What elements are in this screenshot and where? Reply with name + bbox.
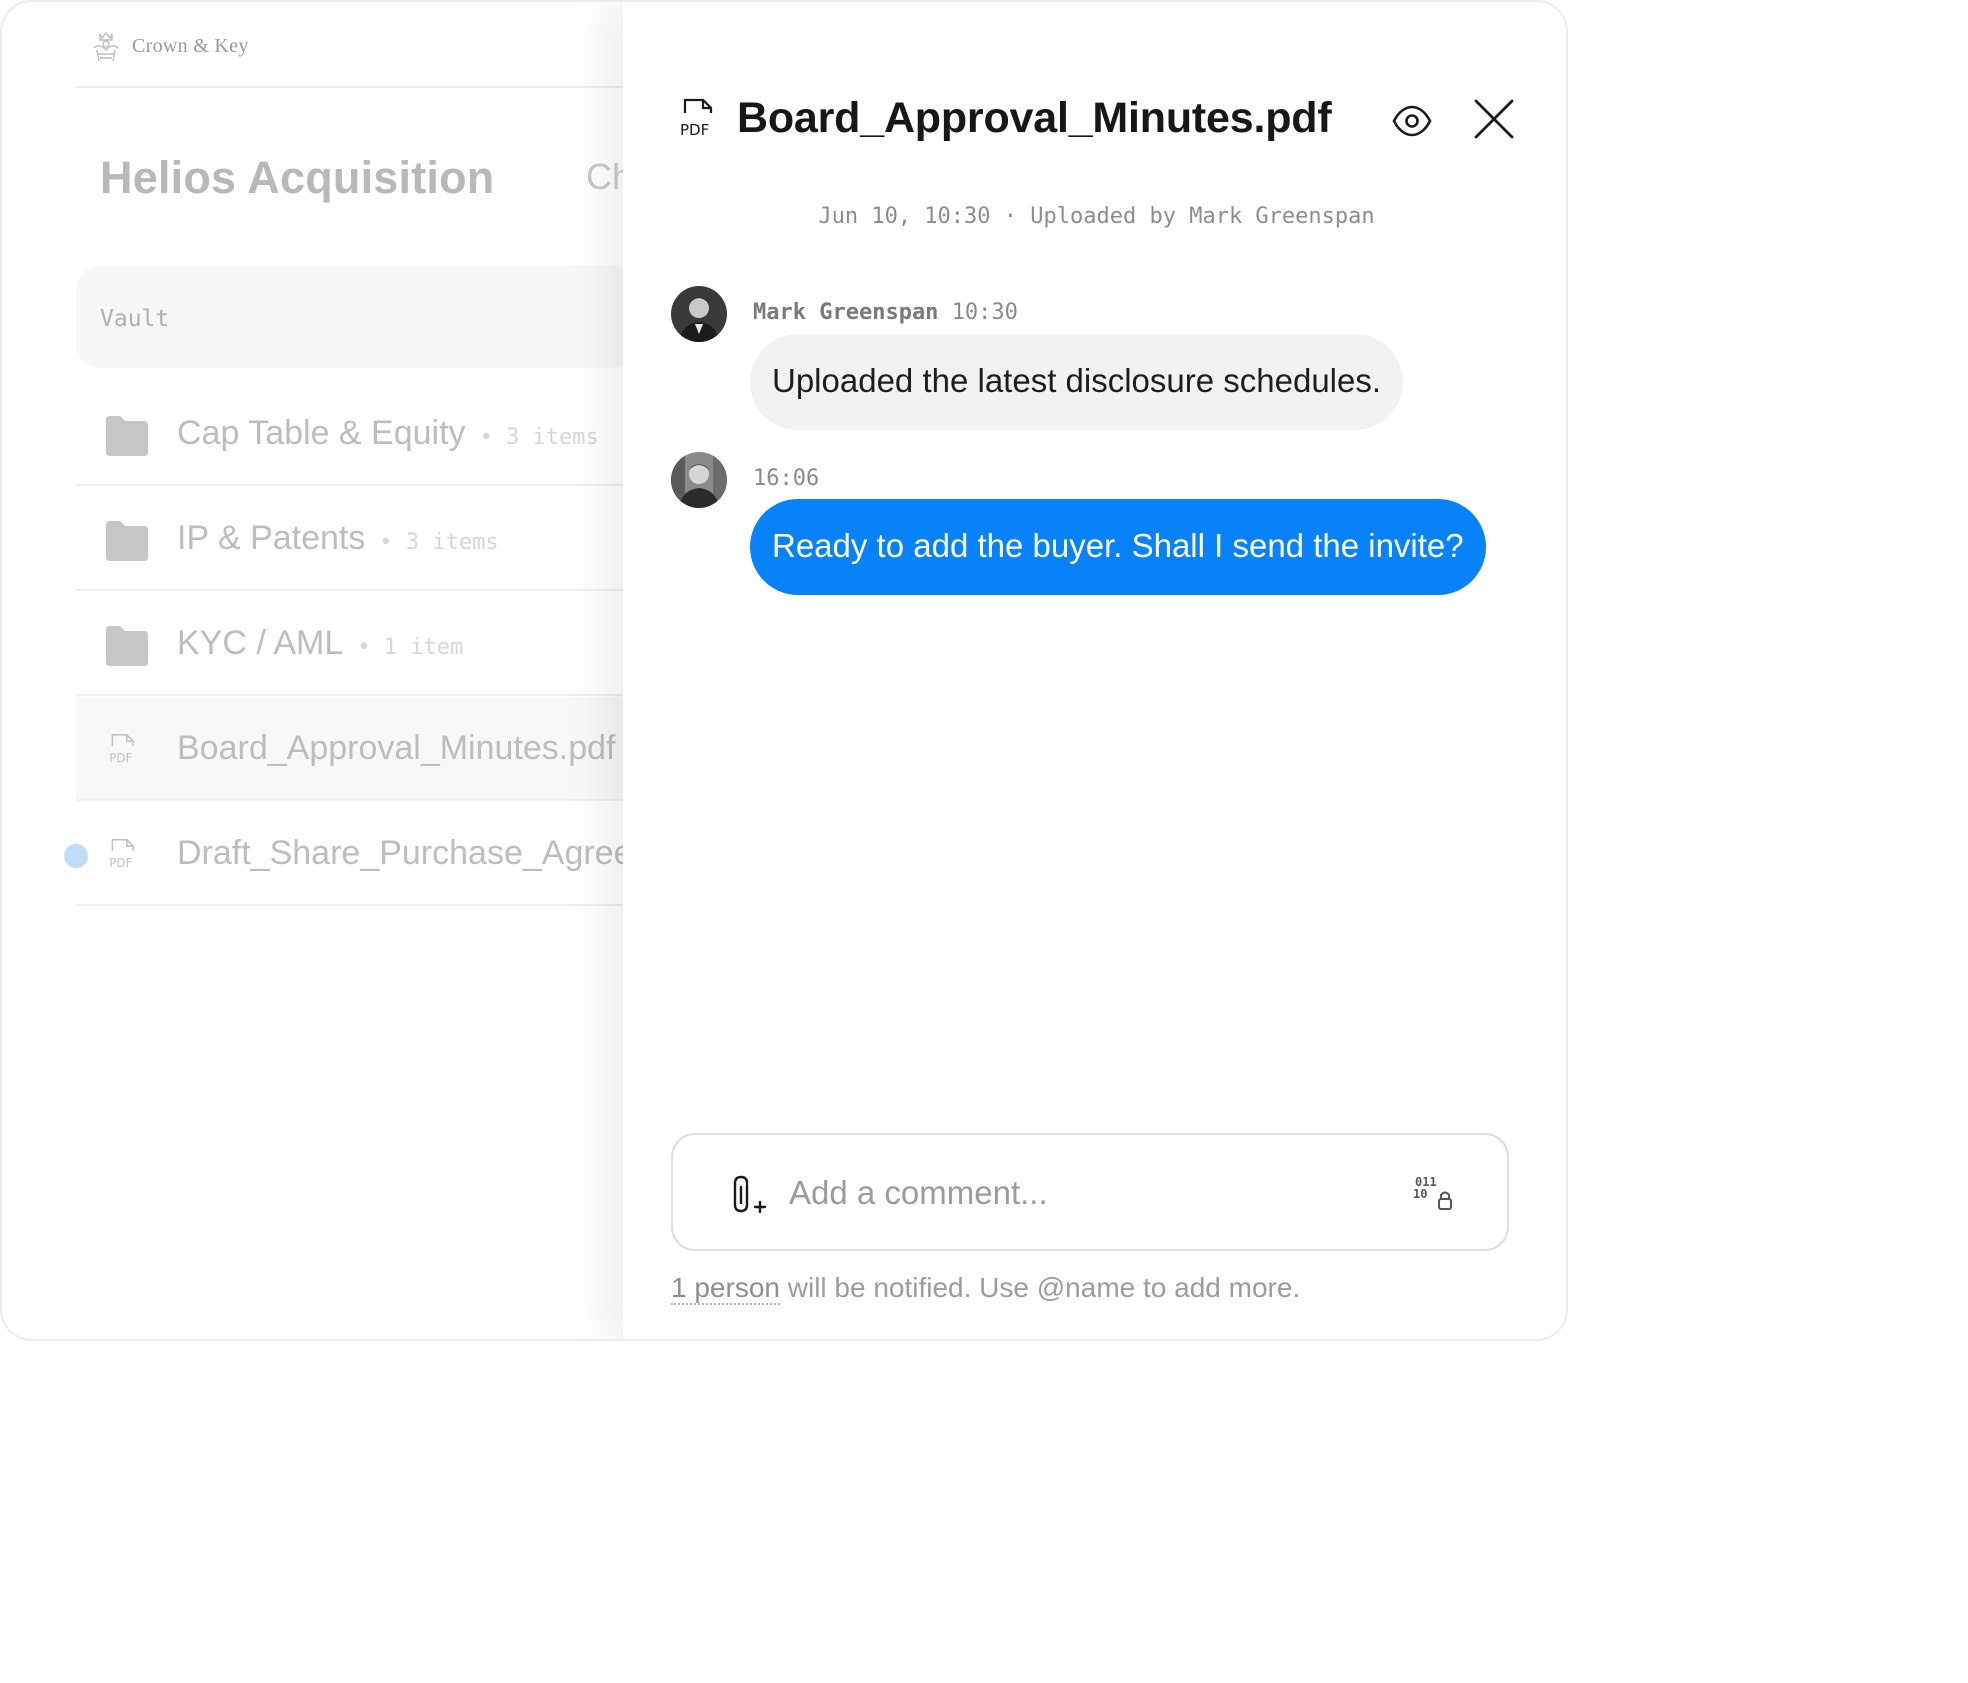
notify-people-link[interactable]: 1 person <box>671 1272 780 1305</box>
list-item-label: Cap Table & Equity • 3 items <box>177 414 599 452</box>
notify-hint-text: will be notified. Use @name to add more. <box>779 1272 1301 1303</box>
list-item-label: Draft_Share_Purchase_Agree <box>177 834 633 872</box>
svg-text:PDF: PDF <box>680 121 709 139</box>
preview-eye-icon[interactable] <box>1389 98 1435 144</box>
crest-icon <box>93 31 119 62</box>
item-count: • 3 items <box>479 425 599 450</box>
app-window: Crown & Key Helios Acquisition Ch Vault … <box>0 0 1568 1341</box>
brand-name: Crown & Key <box>132 34 249 57</box>
item-count: • 1 item <box>357 635 464 660</box>
brand[interactable]: Crown & Key <box>88 28 249 64</box>
comment-author: Mark Greenspan <box>753 300 939 325</box>
list-item-label: IP & Patents • 3 items <box>177 519 499 557</box>
encrypt-lock-icon[interactable]: 011 10 <box>1413 1173 1455 1215</box>
avatar[interactable] <box>671 286 727 342</box>
drawer-title: Board_Approval_Minutes.pdf <box>737 94 1332 142</box>
attach-file-icon[interactable] <box>727 1173 767 1217</box>
breadcrumb-vault[interactable]: Vault <box>100 306 169 332</box>
comment-composer: 011 10 <box>671 1133 1509 1251</box>
comment-header: Mark Greenspan 10:30 <box>753 300 1018 325</box>
comments-drawer: PDF Board_Approval_Minutes.pdf Jun 10, 1… <box>623 2 1566 1339</box>
comment-input[interactable] <box>789 1165 1389 1221</box>
comment-time: 10:30 <box>951 300 1018 325</box>
comment-time: 16:06 <box>753 466 820 491</box>
svg-text:PDF: PDF <box>109 751 132 765</box>
pdf-icon: PDF <box>109 734 134 765</box>
pdf-icon: PDF <box>109 839 134 870</box>
file-meta: Jun 10, 10:30 · Uploaded by Mark Greensp… <box>818 204 1375 229</box>
list-item[interactable]: PDF Draft_Share_Purchase_Agree <box>76 802 636 906</box>
list-item[interactable]: IP & Patents • 3 items <box>76 487 636 591</box>
folder-icon <box>106 626 148 666</box>
list-item-label: KYC / AML • 1 item <box>177 624 464 662</box>
svg-text:10: 10 <box>1413 1187 1427 1201</box>
avatar[interactable] <box>671 452 727 508</box>
svg-text:PDF: PDF <box>109 856 132 870</box>
comment-bubble-own: Ready to add the buyer. Shall I send the… <box>750 499 1486 595</box>
list-item-selected[interactable]: PDF Board_Approval_Minutes.pdf <box>76 697 636 801</box>
comment-bubble: Uploaded the latest disclosure schedules… <box>750 334 1404 430</box>
breadcrumb[interactable]: Vault <box>76 266 636 368</box>
list-item-label: Board_Approval_Minutes.pdf <box>177 729 616 767</box>
folder-icon <box>106 521 148 561</box>
list-item[interactable]: Cap Table & Equity • 3 items <box>76 382 636 486</box>
pdf-file-icon: PDF <box>680 98 713 139</box>
page-title: Helios Acquisition <box>100 152 495 203</box>
header-divider <box>76 86 624 88</box>
comment-header: 16:06 <box>753 466 819 491</box>
list-item[interactable]: KYC / AML • 1 item <box>76 592 636 696</box>
notify-hint: 1 person will be notified. Use @name to … <box>671 1272 1301 1305</box>
vault-page: Crown & Key Helios Acquisition Ch Vault … <box>2 2 636 1339</box>
drawer-header: PDF Board_Approval_Minutes.pdf <box>679 94 1332 143</box>
item-count: • 3 items <box>379 530 499 555</box>
close-icon[interactable] <box>1471 96 1517 142</box>
folder-icon <box>106 416 148 456</box>
